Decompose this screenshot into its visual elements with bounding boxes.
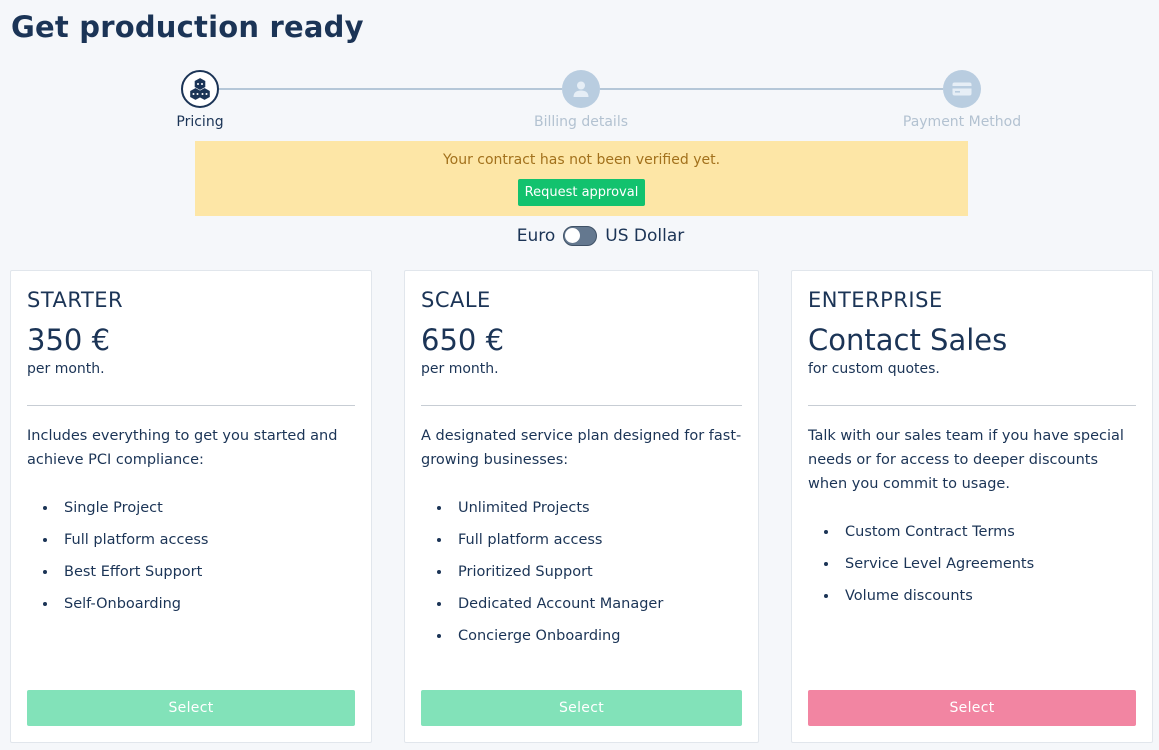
divider: [27, 405, 355, 406]
feature-item: Concierge Onboarding: [421, 620, 742, 652]
credit-card-icon: [943, 70, 981, 108]
plan-card-starter: STARTER 350 € per month. Includes everyt…: [10, 270, 372, 743]
step-label: Billing details: [533, 114, 628, 130]
select-enterprise-button[interactable]: Select: [808, 690, 1136, 726]
request-approval-button[interactable]: Request approval: [517, 179, 646, 206]
contract-warning-banner: Your contract has not been verified yet.…: [195, 141, 968, 216]
step-billing-details[interactable]: Billing details: [501, 70, 661, 130]
plan-description: Talk with our sales team if you have spe…: [808, 428, 1124, 492]
step-pricing[interactable]: Pricing: [120, 70, 280, 130]
page-title: Get production ready: [11, 10, 364, 44]
currency-switch: Euro US Dollar: [0, 224, 1159, 248]
feature-item: Unlimited Projects: [421, 492, 742, 524]
feature-item: Single Project: [27, 492, 355, 524]
feature-item: Dedicated Account Manager: [421, 588, 742, 620]
feature-list: Single Project Full platform access Best…: [27, 492, 355, 620]
plan-price: 350 €: [27, 323, 111, 357]
step-label: Payment Method: [902, 114, 1022, 130]
user-icon: [562, 70, 600, 108]
plan-description: Includes everything to get you started a…: [27, 428, 338, 468]
progress-stepper: Pricing Billing details Payment Method: [0, 70, 1159, 132]
plan-name: SCALE: [421, 288, 491, 312]
banner-message: Your contract has not been verified yet.: [442, 152, 721, 168]
plan-card-enterprise: ENTERPRISE Contact Sales for custom quot…: [791, 270, 1153, 743]
feature-item: Volume discounts: [808, 580, 1136, 612]
plan-name: STARTER: [27, 288, 124, 312]
step-label: Pricing: [176, 114, 224, 130]
feature-list: Unlimited Projects Full platform access …: [421, 492, 742, 652]
divider: [808, 405, 1136, 406]
feature-item: Full platform access: [421, 524, 742, 556]
feature-item: Full platform access: [27, 524, 355, 556]
plan-period: for custom quotes.: [808, 361, 940, 377]
feature-item: Custom Contract Terms: [808, 516, 1136, 548]
feature-item: Best Effort Support: [27, 556, 355, 588]
feature-item: Prioritized Support: [421, 556, 742, 588]
plan-price: 650 €: [421, 323, 505, 357]
divider: [421, 405, 742, 406]
plan-period: per month.: [27, 361, 105, 377]
plan-description: A designated service plan designed for f…: [421, 428, 742, 468]
currency-label-usd: US Dollar: [605, 226, 685, 246]
step-payment-method[interactable]: Payment Method: [882, 70, 1042, 130]
select-starter-button[interactable]: Select: [27, 690, 355, 726]
plan-price: Contact Sales: [808, 323, 1008, 357]
plan-name: ENTERPRISE: [808, 288, 943, 312]
currency-label-euro: Euro: [516, 226, 556, 246]
plan-period: per month.: [421, 361, 499, 377]
cubes-icon: [181, 70, 219, 108]
plan-card-scale: SCALE 650 € per month. A designated serv…: [404, 270, 759, 743]
toggle-knob: [565, 228, 581, 243]
feature-list: Custom Contract Terms Service Level Agre…: [808, 516, 1136, 612]
currency-toggle[interactable]: [563, 226, 598, 246]
select-scale-button[interactable]: Select: [421, 690, 742, 726]
feature-item: Service Level Agreements: [808, 548, 1136, 580]
feature-item: Self-Onboarding: [27, 588, 355, 620]
